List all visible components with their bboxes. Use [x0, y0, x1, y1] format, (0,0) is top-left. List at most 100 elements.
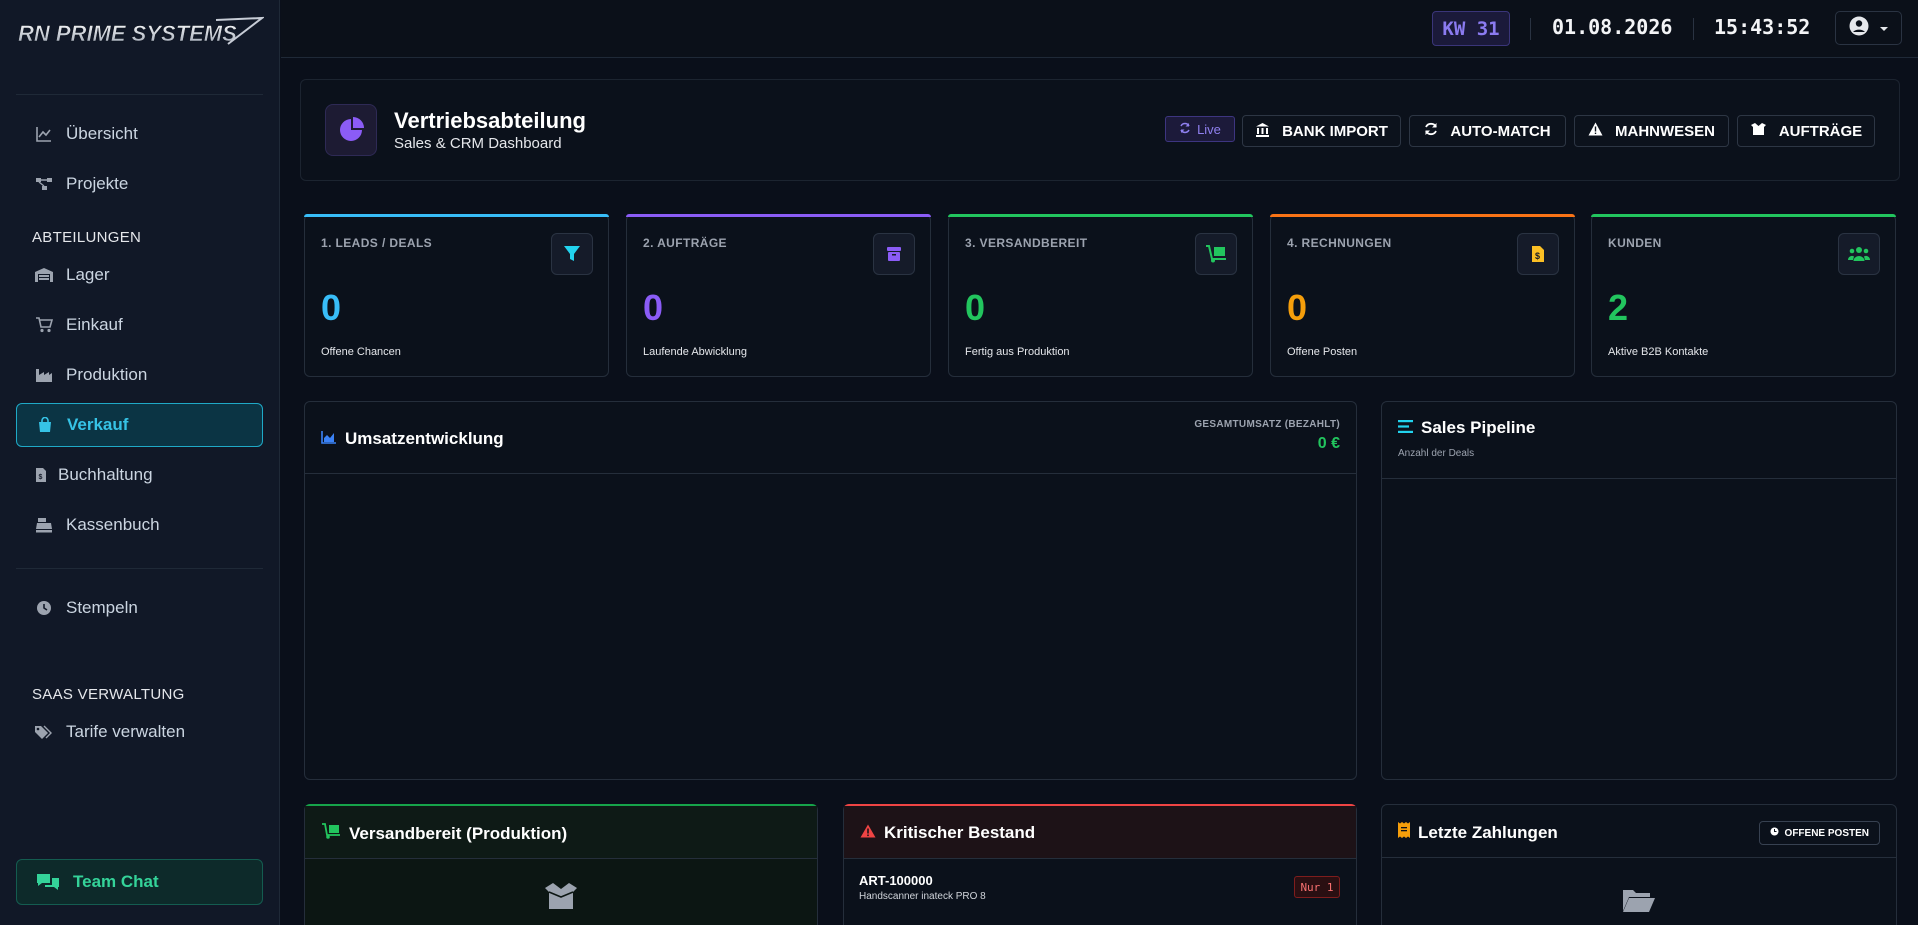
- clock-icon: [34, 598, 54, 618]
- box-open-icon: [543, 882, 579, 915]
- current-date: 01.08.2026: [1552, 15, 1673, 39]
- sidebar-item-buchhaltung[interactable]: $ Buchhaltung: [16, 453, 263, 497]
- dolly-icon: [321, 823, 341, 844]
- sidebar-item-uebersicht[interactable]: Übersicht: [16, 112, 263, 156]
- chevron-down-icon: [1879, 19, 1889, 37]
- shipping-title: Versandbereit (Produktion): [321, 823, 567, 844]
- box-icon: [873, 233, 915, 275]
- dolly-icon: [1195, 233, 1237, 275]
- critical-title-text: Kritischer Bestand: [884, 823, 1036, 842]
- stat-accent-bar: [948, 214, 1253, 217]
- auftraege-button[interactable]: AUFTRÄGE: [1737, 115, 1875, 147]
- pipeline-title: Sales Pipeline: [1398, 418, 1535, 438]
- stat-value: 0: [643, 287, 664, 328]
- industry-icon: [34, 365, 54, 385]
- sidebar-divider: [16, 94, 263, 95]
- team-chat-button[interactable]: Team Chat: [16, 859, 263, 905]
- stat-value: 2: [1608, 287, 1629, 328]
- sidebar-item-kassenbuch[interactable]: Kassenbuch: [16, 503, 263, 547]
- section-heading-abteilungen: ABTEILUNGEN: [32, 229, 142, 246]
- stat-description: Aktive B2B Kontakte: [1608, 346, 1709, 358]
- stat-accent-bar: [1270, 214, 1575, 217]
- sync-icon: [1179, 122, 1191, 137]
- stat-card-auftraege[interactable]: 2. AUFTRÄGE 0 Laufende Abwicklung: [626, 214, 931, 377]
- bank-import-button[interactable]: BANK IMPORT: [1242, 115, 1401, 147]
- svg-text:$: $: [1535, 251, 1540, 261]
- invoice-dollar-icon: $: [34, 465, 48, 485]
- stat-label: KUNDEN: [1608, 236, 1662, 250]
- chart-area-icon: [321, 429, 337, 449]
- revenue-chart-area[interactable]: [306, 475, 1355, 778]
- pipeline-title-text: Sales Pipeline: [1421, 418, 1536, 437]
- user-menu-button[interactable]: [1835, 11, 1902, 45]
- user-circle-icon: [1849, 16, 1869, 41]
- sidebar-item-label: Lager: [66, 265, 110, 284]
- stat-card-versandbereit[interactable]: 3. VERSANDBEREIT 0 Fertig aus Produktion: [948, 214, 1253, 377]
- sidebar-item-einkauf[interactable]: Einkauf: [16, 303, 263, 347]
- revenue-title: Umsatzentwicklung: [321, 429, 504, 449]
- sidebar-item-verkauf[interactable]: Verkauf: [16, 403, 263, 447]
- sidebar-item-label: Kassenbuch: [66, 515, 160, 534]
- critical-title: Kritischer Bestand: [860, 823, 1035, 843]
- bank-import-label: BANK IMPORT: [1282, 122, 1388, 140]
- topbar: [281, 0, 1918, 58]
- folder-open-icon: [1622, 887, 1656, 918]
- sidebar-item-stempeln[interactable]: Stempeln: [16, 586, 263, 630]
- stat-description: Laufende Abwicklung: [643, 346, 747, 358]
- receipt-icon: [1398, 822, 1410, 843]
- open-items-button[interactable]: OFFENE POSTEN: [1758, 821, 1880, 845]
- panel-header: [1382, 402, 1896, 479]
- page-title: Vertriebsabteilung: [394, 108, 586, 133]
- sidebar-item-produktion[interactable]: Produktion: [16, 353, 263, 397]
- bars-icon: [1398, 418, 1413, 438]
- stat-card-rechnungen[interactable]: 4. RECHNUNGEN $ 0 Offene Posten: [1270, 214, 1575, 377]
- recent-payments-panel: Letzte Zahlungen OFFENE POSTEN: [1381, 804, 1897, 925]
- sidebar-item-label: Einkauf: [66, 315, 123, 334]
- stat-value: 0: [1287, 287, 1308, 328]
- sidebar-item-lager[interactable]: Lager: [16, 253, 263, 297]
- mahnwesen-button[interactable]: MAHNWESEN: [1574, 115, 1729, 147]
- stat-label: 1. LEADS / DEALS: [321, 236, 433, 250]
- auto-match-button[interactable]: AUTO-MATCH: [1409, 115, 1566, 147]
- page-subtitle: Sales & CRM Dashboard: [394, 135, 562, 152]
- stat-value: 0: [321, 287, 342, 328]
- team-chat-label: Team Chat: [73, 872, 159, 891]
- live-indicator[interactable]: Live: [1165, 116, 1235, 142]
- live-label: Live: [1197, 121, 1221, 137]
- svg-text:$: $: [39, 474, 43, 481]
- hourglass-icon: [1770, 827, 1779, 839]
- open-items-label: OFFENE POSTEN: [1784, 827, 1869, 839]
- sidebar-item-tarife[interactable]: Tarife verwalten: [16, 710, 263, 754]
- chart-pie-icon: [325, 104, 377, 156]
- revenue-chart-panel: Umsatzentwicklung GESAMTUMSATZ (BEZAHLT)…: [304, 401, 1357, 780]
- sidebar-item-projekte[interactable]: Projekte: [16, 162, 263, 206]
- topbar-separator: [1693, 18, 1694, 40]
- sidebar-item-label: Tarife verwalten: [66, 722, 186, 741]
- stat-card-leads[interactable]: 1. LEADS / DEALS 0 Offene Chancen: [304, 214, 609, 377]
- cart-icon: [34, 315, 54, 335]
- brand-logo[interactable]: RN PRIME SYSTEMS: [16, 14, 264, 50]
- stat-accent-bar: [304, 214, 609, 217]
- tags-icon: [34, 722, 54, 742]
- revenue-title-text: Umsatzentwicklung: [345, 429, 504, 448]
- chart-line-icon: [34, 124, 54, 144]
- shopping-bag-icon: [35, 415, 55, 435]
- warehouse-icon: [34, 265, 54, 285]
- comments-icon: [35, 872, 61, 892]
- stat-label: 4. RECHNUNGEN: [1287, 236, 1392, 250]
- stat-label: 3. VERSANDBEREIT: [965, 236, 1088, 250]
- stat-accent-bar: [626, 214, 931, 217]
- sales-pipeline-panel: Sales Pipeline Anzahl der Deals: [1381, 401, 1897, 780]
- shipping-title-text: Versandbereit (Produktion): [349, 823, 568, 843]
- stat-card-kunden[interactable]: KUNDEN 2 Aktive B2B Kontakte: [1591, 214, 1896, 377]
- department-header: Vertriebsabteilung Sales & CRM Dashboard…: [300, 79, 1900, 181]
- stat-description: Offene Posten: [1287, 346, 1358, 358]
- stat-label: 2. AUFTRÄGE: [643, 236, 727, 250]
- sidebar-item-label: Übersicht: [66, 124, 138, 143]
- auto-match-label: AUTO-MATCH: [1450, 122, 1551, 140]
- stat-description: Fertig aus Produktion: [965, 346, 1070, 358]
- sync-icon: [1424, 122, 1438, 140]
- pipeline-chart-area[interactable]: [1383, 480, 1895, 778]
- mahnwesen-label: MAHNWESEN: [1615, 122, 1715, 140]
- payments-title: Letzte Zahlungen: [1398, 822, 1558, 843]
